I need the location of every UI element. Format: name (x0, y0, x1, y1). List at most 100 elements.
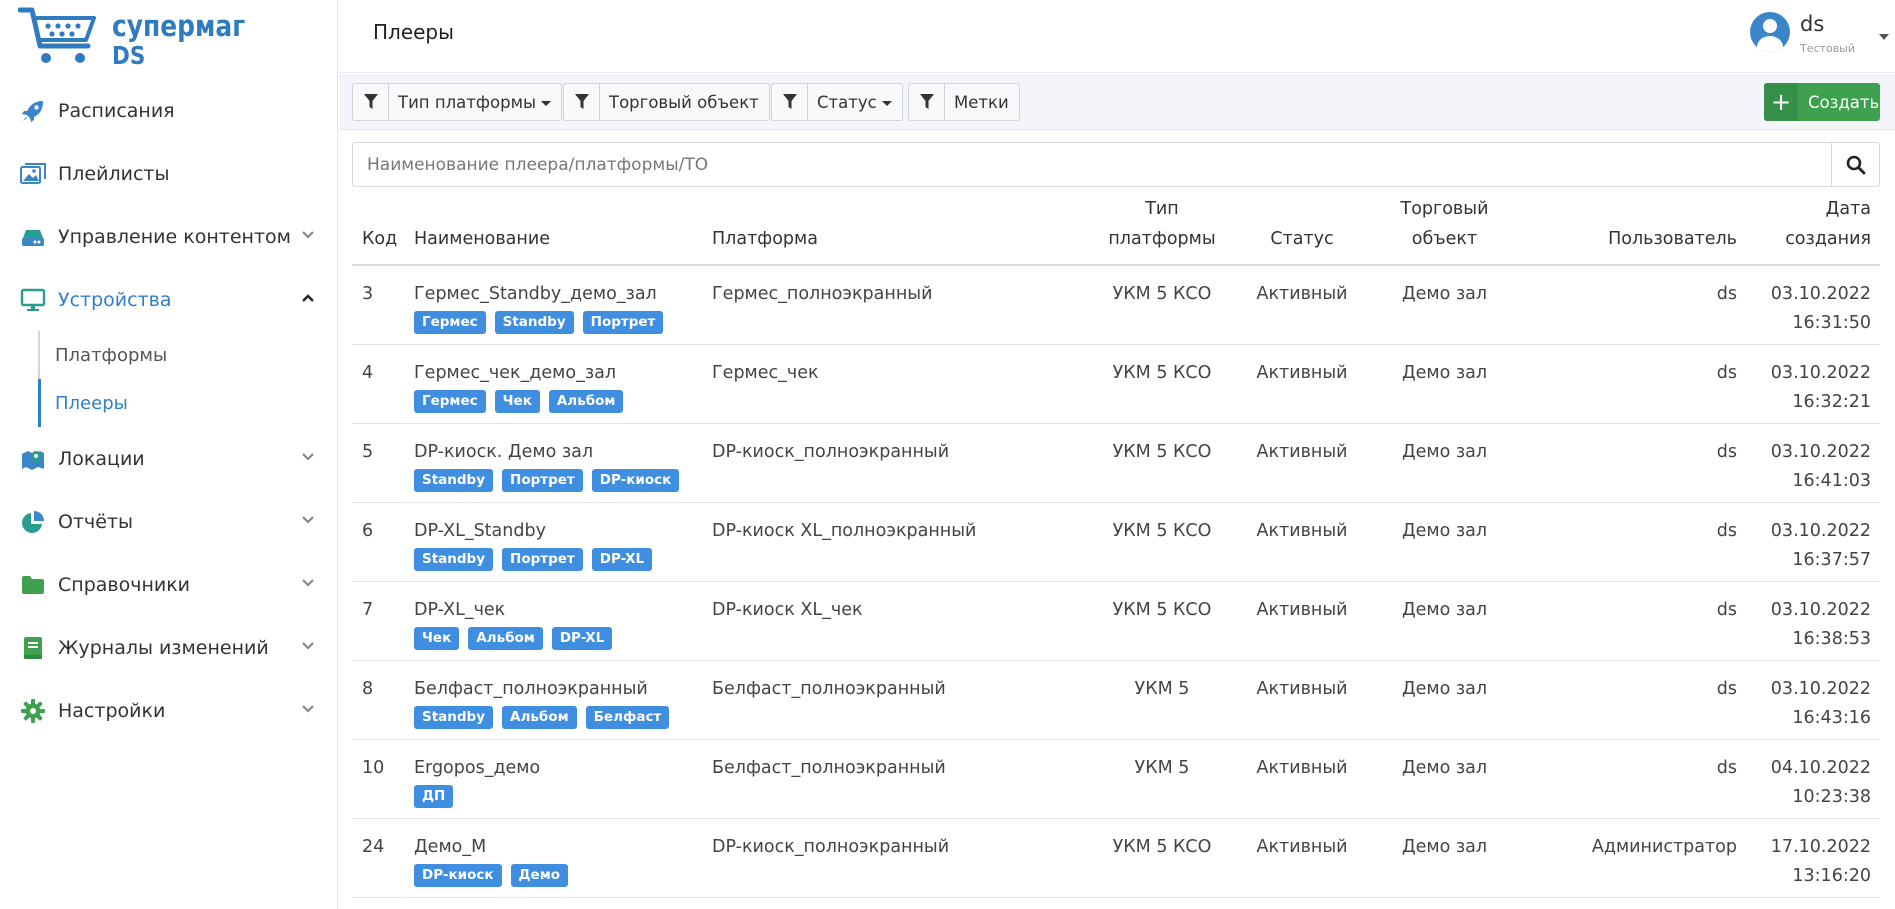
filter-status[interactable]: Статус (771, 83, 903, 121)
cell-date-time: 10:23:38 (1792, 787, 1871, 807)
rocket-icon (19, 97, 47, 125)
header-user[interactable]: Пользователь (1517, 224, 1737, 254)
cell-platform: Белфаст_полноэкранный (712, 758, 946, 778)
sidebar-item-label: Журналы изменений (58, 636, 269, 659)
sidebar-item-label: Устройства (58, 288, 172, 311)
plus-icon: + (1764, 83, 1798, 121)
create-button[interactable]: + Создать (1764, 83, 1880, 121)
sidebar-item-schedules[interactable]: Расписания (0, 79, 338, 142)
chevron-down-icon (302, 453, 314, 461)
cell-date-day: 04.10.2022 (1770, 758, 1871, 778)
sidebar-item-directories[interactable]: Справочники (0, 553, 338, 616)
sidebar-item-reports[interactable]: Отчёты (0, 490, 338, 553)
tag-badge[interactable]: Гермес (414, 311, 486, 334)
header-line: Тип (1145, 199, 1179, 219)
header-line: Дата (1825, 199, 1871, 219)
cell-user: Администратор (1591, 837, 1737, 857)
subitem-bar (38, 331, 40, 379)
filter-icon (909, 84, 945, 120)
cell-status: Активный (1256, 442, 1348, 462)
sidebar-item-content[interactable]: Управление контентом (0, 205, 338, 268)
header-platform-type[interactable]: Тип платформы (1092, 194, 1232, 254)
header-code[interactable]: Код (362, 224, 402, 254)
folder-icon (19, 571, 47, 599)
tag-badge[interactable]: Standby (414, 469, 494, 492)
cell-code: 5 (362, 442, 374, 462)
tag-badge[interactable]: DP-киоск (591, 469, 680, 492)
cell-date: 04.10.2022 10:23:38 (1737, 754, 1871, 812)
cell-trade-object: Демо зал (1401, 442, 1488, 462)
header-date[interactable]: Дата создания (1737, 194, 1871, 254)
header-name[interactable]: Наименование (414, 224, 704, 254)
tag-badge[interactable]: Портрет (582, 311, 664, 334)
sidebar-nav: Расписания Плейлисты Управление контенто… (0, 79, 338, 742)
cell-name: DP-киоск. Демо зал (414, 442, 594, 462)
user-menu[interactable]: ds Тестовый (1745, 10, 1895, 60)
header-line: объект (1411, 229, 1478, 249)
header-platform[interactable]: Платформа (712, 224, 1092, 254)
table-row[interactable]: 4 Гермес_чек_демо_зал Гермес_чек УКМ 5 КСО А… (352, 345, 1880, 424)
cell-user: ds (1716, 521, 1737, 541)
cell-code: 7 (362, 600, 374, 620)
search-icon (1846, 155, 1865, 174)
subitem-bar-active (38, 379, 41, 427)
filter-tags[interactable]: Метки (908, 83, 1020, 121)
sidebar-item-playlists[interactable]: Плейлисты (0, 142, 338, 205)
tag-badge[interactable]: Чек (414, 627, 460, 650)
tag-badge[interactable]: Standby (414, 548, 494, 571)
cell-trade-object: Демо зал (1401, 363, 1488, 383)
tag-badge[interactable]: Альбом (468, 627, 543, 650)
cell-user: ds (1716, 442, 1737, 462)
tag-badge[interactable]: Портрет (502, 469, 583, 492)
tag-badge[interactable]: DP-XL (551, 627, 613, 650)
table-row[interactable]: 7 DP-XL_чек DP-киоск XL_чек УКМ 5 КСО Активн… (352, 582, 1880, 661)
header-trade-object[interactable]: Торговый объект (1372, 194, 1517, 254)
sidebar-item-settings[interactable]: Настройки (0, 679, 338, 742)
table-row[interactable]: 5 DP-киоск. Демо зал DP-киоск_полноэкранны… (352, 424, 1880, 503)
subitem-label: Платформы (55, 344, 168, 366)
cell-date-time: 16:43:16 (1792, 708, 1871, 728)
caret-down-icon (541, 100, 552, 106)
sidebar: супермаг DS Расписания Плейлисты Управле… (0, 0, 338, 909)
players-table: Код Наименование Платформа Тип платформы … (352, 190, 1880, 898)
tag-badge[interactable]: Белфаст (585, 706, 670, 729)
sidebar-item-label: Локации (58, 447, 145, 470)
sidebar-item-locations[interactable]: Локации (0, 427, 338, 490)
cell-code: 10 (362, 758, 385, 778)
monitor-icon (19, 286, 47, 314)
sidebar-item-changelogs[interactable]: Журналы изменений (0, 616, 338, 679)
tag-badge[interactable]: Альбом (502, 706, 577, 729)
tag-badge[interactable]: Гермес (414, 390, 486, 413)
filter-trade-object[interactable]: Торговый объект (563, 83, 770, 121)
gear-icon (19, 697, 47, 725)
logo[interactable]: супермаг DS (18, 6, 267, 72)
tag-badge[interactable]: DP-XL (591, 548, 653, 571)
cell-status: Активный (1256, 284, 1348, 304)
cell-date: 03.10.2022 16:31:50 (1737, 280, 1871, 338)
cell-date-day: 03.10.2022 (1770, 521, 1871, 541)
search-button[interactable] (1831, 143, 1879, 186)
filter-platform-type[interactable]: Тип платформы (352, 83, 563, 121)
sidebar-item-devices[interactable]: Устройства (0, 268, 338, 331)
header-status[interactable]: Статус (1232, 224, 1372, 254)
cell-date: 03.10.2022 16:41:03 (1737, 438, 1871, 496)
tag-badge[interactable]: Standby (414, 706, 494, 729)
sidebar-subitem-players[interactable]: Плееры (0, 379, 338, 427)
tag-badge[interactable]: Standby (494, 311, 574, 334)
cell-trade-object: Демо зал (1401, 600, 1488, 620)
tag-badge[interactable]: Чек (494, 390, 540, 413)
table-row[interactable]: 6 DP-XL_Standby DP-киоск XL_полноэкранный У… (352, 503, 1880, 582)
search-input[interactable] (353, 143, 1831, 186)
header-line: создания (1785, 229, 1871, 249)
table-row[interactable]: 24 Демо_М DP-киоск_полноэкранный УКМ 5 КСО А… (352, 819, 1880, 898)
sidebar-subitem-platforms[interactable]: Платформы (0, 331, 338, 379)
tag-badge[interactable]: ДП (414, 785, 454, 808)
tag-badge[interactable]: Демо (510, 864, 569, 887)
tag-badge[interactable]: DP-киоск (414, 864, 502, 887)
tag-badge[interactable]: Альбом (548, 390, 624, 413)
tag-badge[interactable]: Портрет (502, 548, 583, 571)
table-row[interactable]: 10 Ergopos_демо Белфаст_полноэкранный УКМ 5… (352, 740, 1880, 819)
table-row[interactable]: 8 Белфаст_полноэкранный Белфаст_полноэкран… (352, 661, 1880, 740)
table-row[interactable]: 3 Гермес_Standby_демо_зал Гермес_полноэкра… (352, 266, 1880, 345)
chevron-up-icon (302, 294, 314, 302)
